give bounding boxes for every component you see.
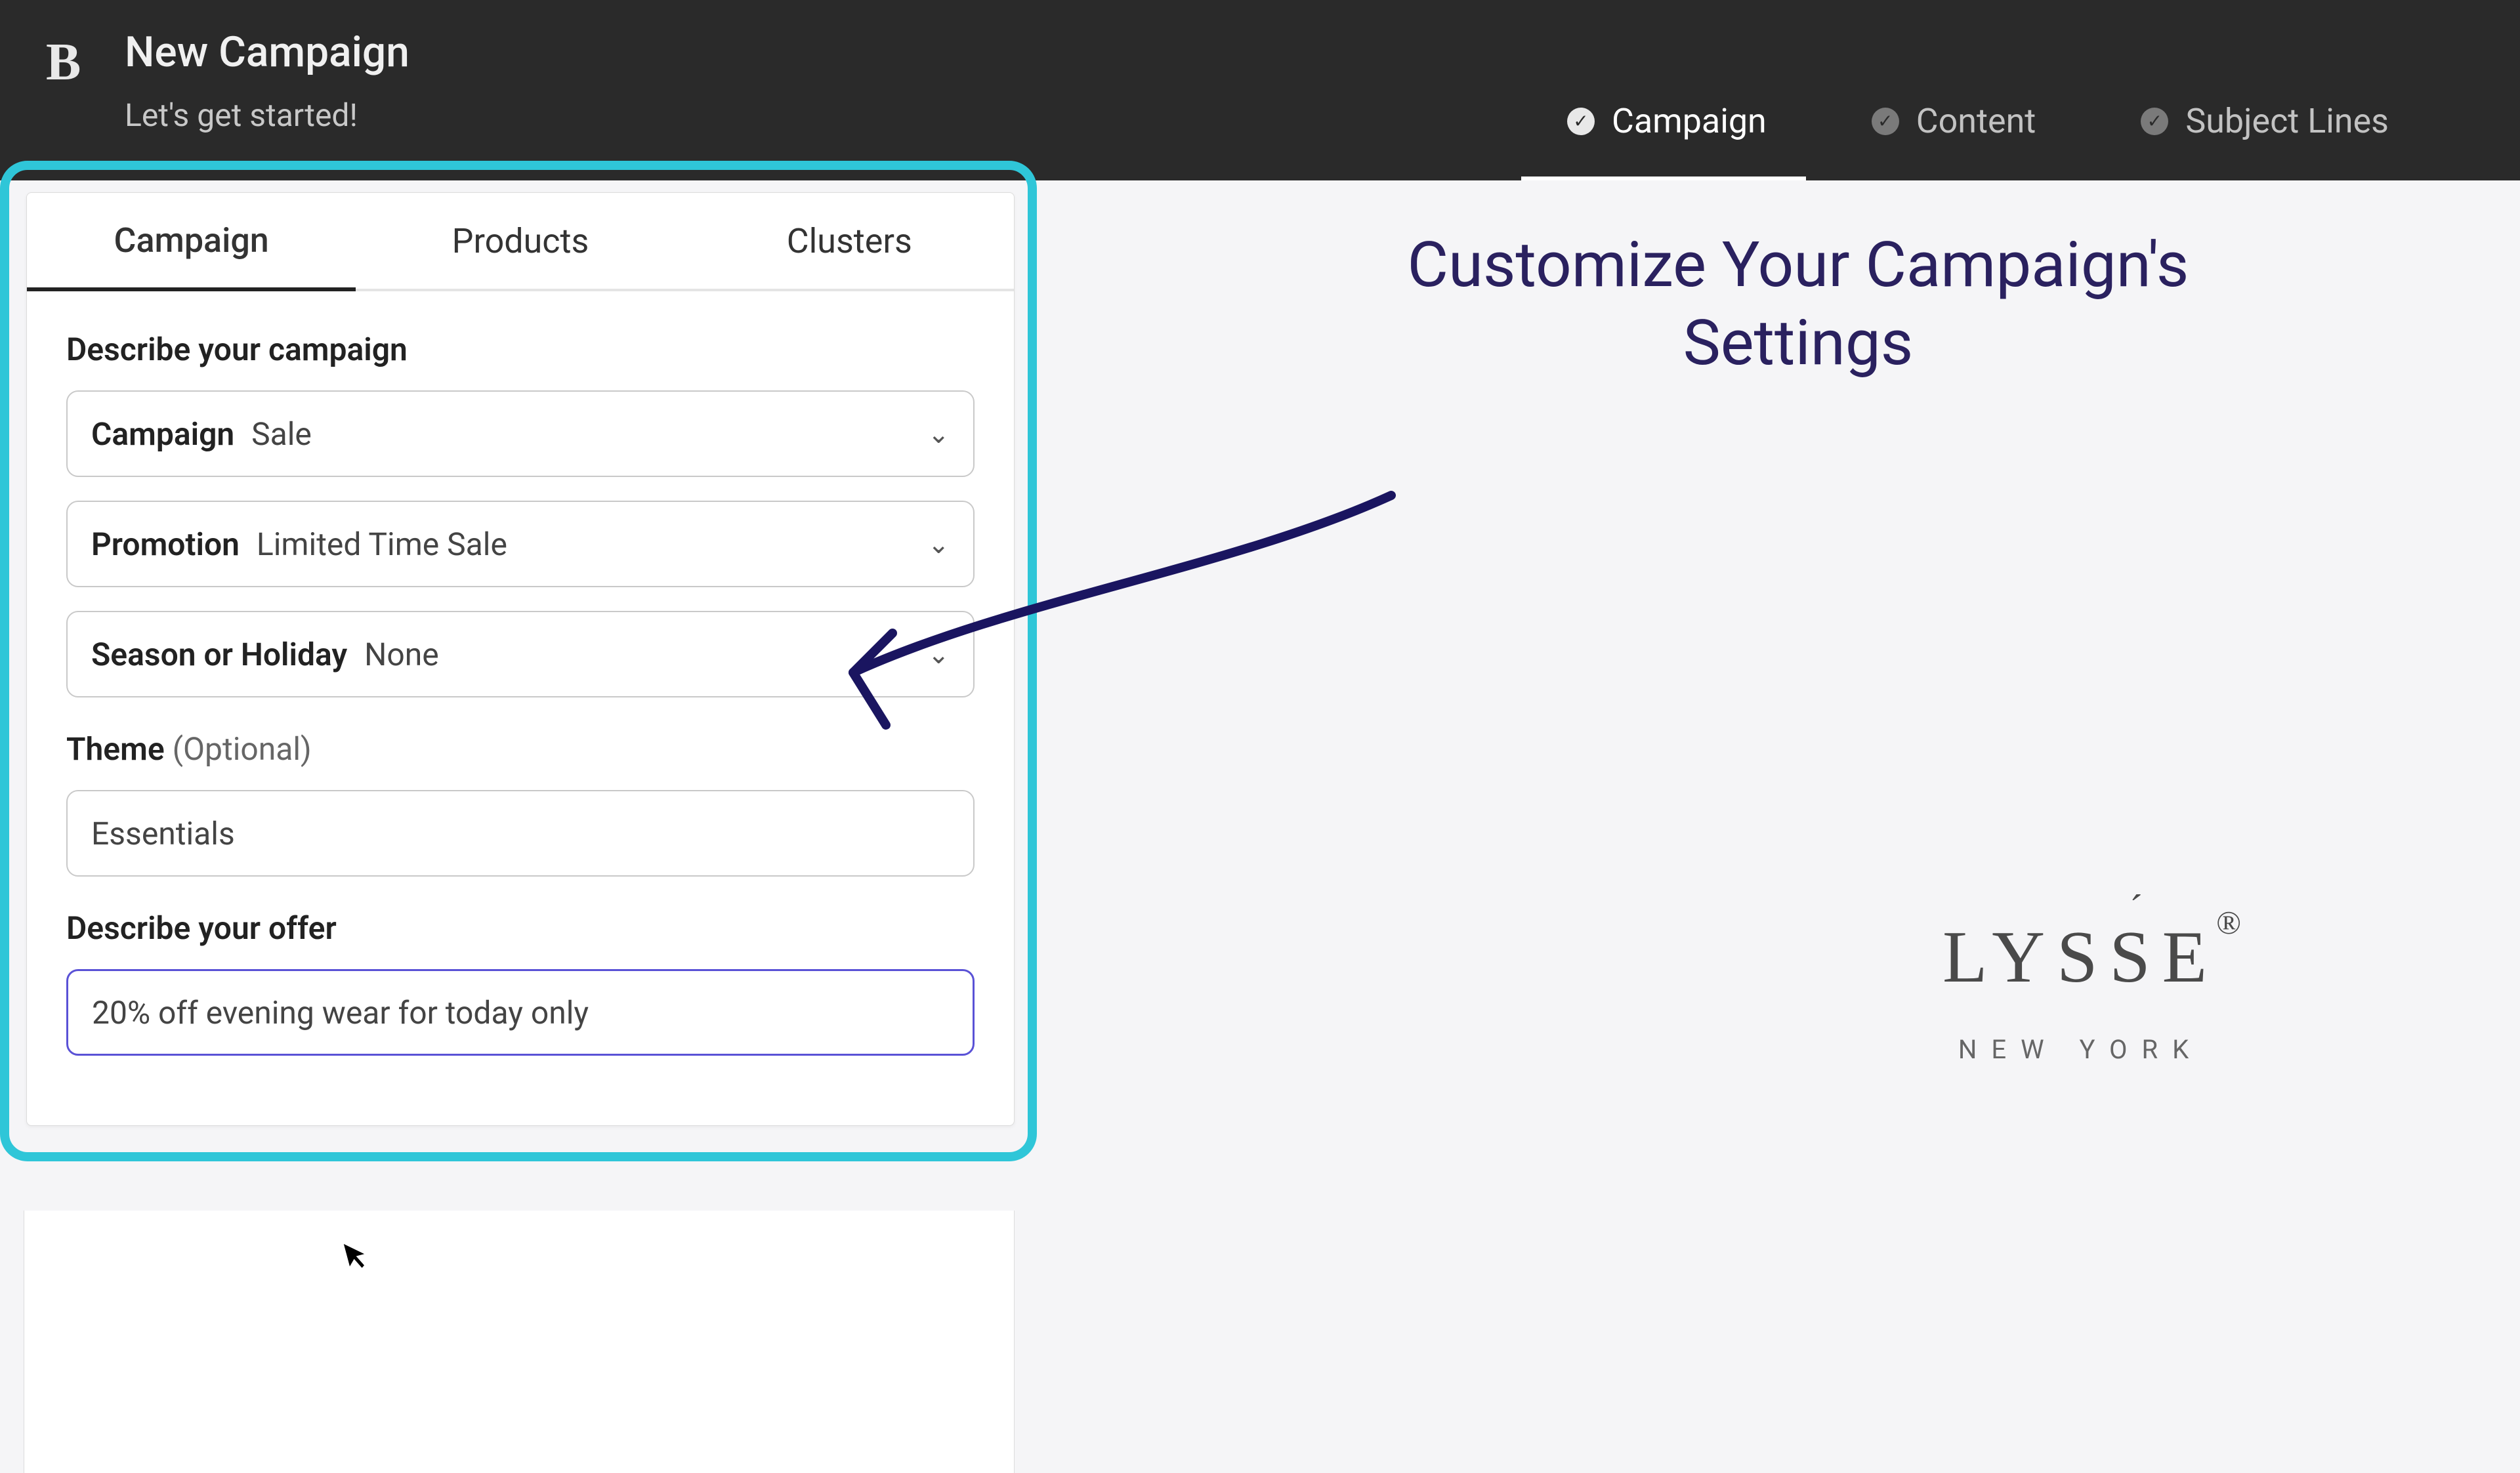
brand-name: LYSSE ´ ® [1942,915,2219,1000]
describe-campaign-label: Describe your campaign [66,331,975,368]
step-label: Campaign [1612,101,1767,141]
select-prefix: Campaign [91,415,234,453]
offer-label: Describe your offer [66,909,975,947]
theme-value: Essentials [91,815,235,852]
select-value: Sale [251,415,312,453]
theme-label-text: Theme [66,730,165,768]
theme-input[interactable]: Essentials [66,790,975,877]
select-value: None [364,636,439,673]
promotion-select[interactable]: Promotion Limited Time Sale ⌄ [66,501,975,587]
select-prefix: Season or Holiday [91,636,347,673]
header-title-block: New Campaign Let's get started! [125,28,410,134]
chevron-down-icon: ⌄ [927,419,950,449]
registered-icon: ® [2216,903,2253,942]
page-subtitle: Let's get started! [125,96,410,134]
tab-products[interactable]: Products [356,193,684,291]
campaign-panel: Campaign Products Clusters Describe your… [26,192,1015,1126]
step-content[interactable]: ✓ Content [1858,70,2049,180]
callout-text: Customize Your Campaign's Settings [1372,226,2225,383]
tab-campaign[interactable]: Campaign [27,193,356,291]
select-prefix: Promotion [91,526,240,563]
app-logo: B [46,33,81,93]
page-title: New Campaign [125,28,410,77]
check-icon: ✓ [2141,108,2168,135]
check-icon: ✓ [1567,108,1595,135]
theme-label: Theme (Optional) [66,730,975,768]
step-subject-lines[interactable]: ✓ Subject Lines [2128,70,2402,180]
chevron-down-icon: ⌄ [927,529,950,560]
brand-subtext: NEW YORK [1942,1034,2219,1065]
offer-input[interactable]: 20% off evening wear for today only [66,969,975,1056]
theme-optional-text: (Optional) [173,730,312,768]
check-icon: ✓ [1872,108,1899,135]
brand-accent: ´ [2130,886,2154,932]
step-campaign[interactable]: ✓ Campaign [1554,70,1780,180]
app-header: B New Campaign Let's get started! ✓ Camp… [0,0,2520,180]
offer-value: 20% off evening wear for today only [92,994,589,1031]
app-root: B New Campaign Let's get started! ✓ Camp… [0,0,2520,1323]
panel-body: Describe your campaign Campaign Sale ⌄ P… [27,291,1014,1125]
main-area: Campaign Products Clusters Describe your… [0,180,2520,1323]
select-value: Limited Time Sale [257,526,507,563]
step-label: Subject Lines [2185,101,2389,141]
step-label: Content [1916,101,2036,141]
panel-highlight: Campaign Products Clusters Describe your… [0,161,1037,1161]
tab-clusters[interactable]: Clusters [685,193,1014,291]
chevron-down-icon: ⌄ [927,639,950,670]
brand-name-text: LYSSE [1942,917,2219,998]
brand-logo: LYSSE ´ ® NEW YORK [1942,915,2219,1065]
wizard-steps: ✓ Campaign ✓ Content ✓ Subject Lines [1554,70,2402,180]
season-select[interactable]: Season or Holiday None ⌄ [66,611,975,697]
panel-tabs: Campaign Products Clusters [27,193,1014,291]
campaign-select[interactable]: Campaign Sale ⌄ [66,390,975,477]
panel-continuation [24,1211,1015,1473]
